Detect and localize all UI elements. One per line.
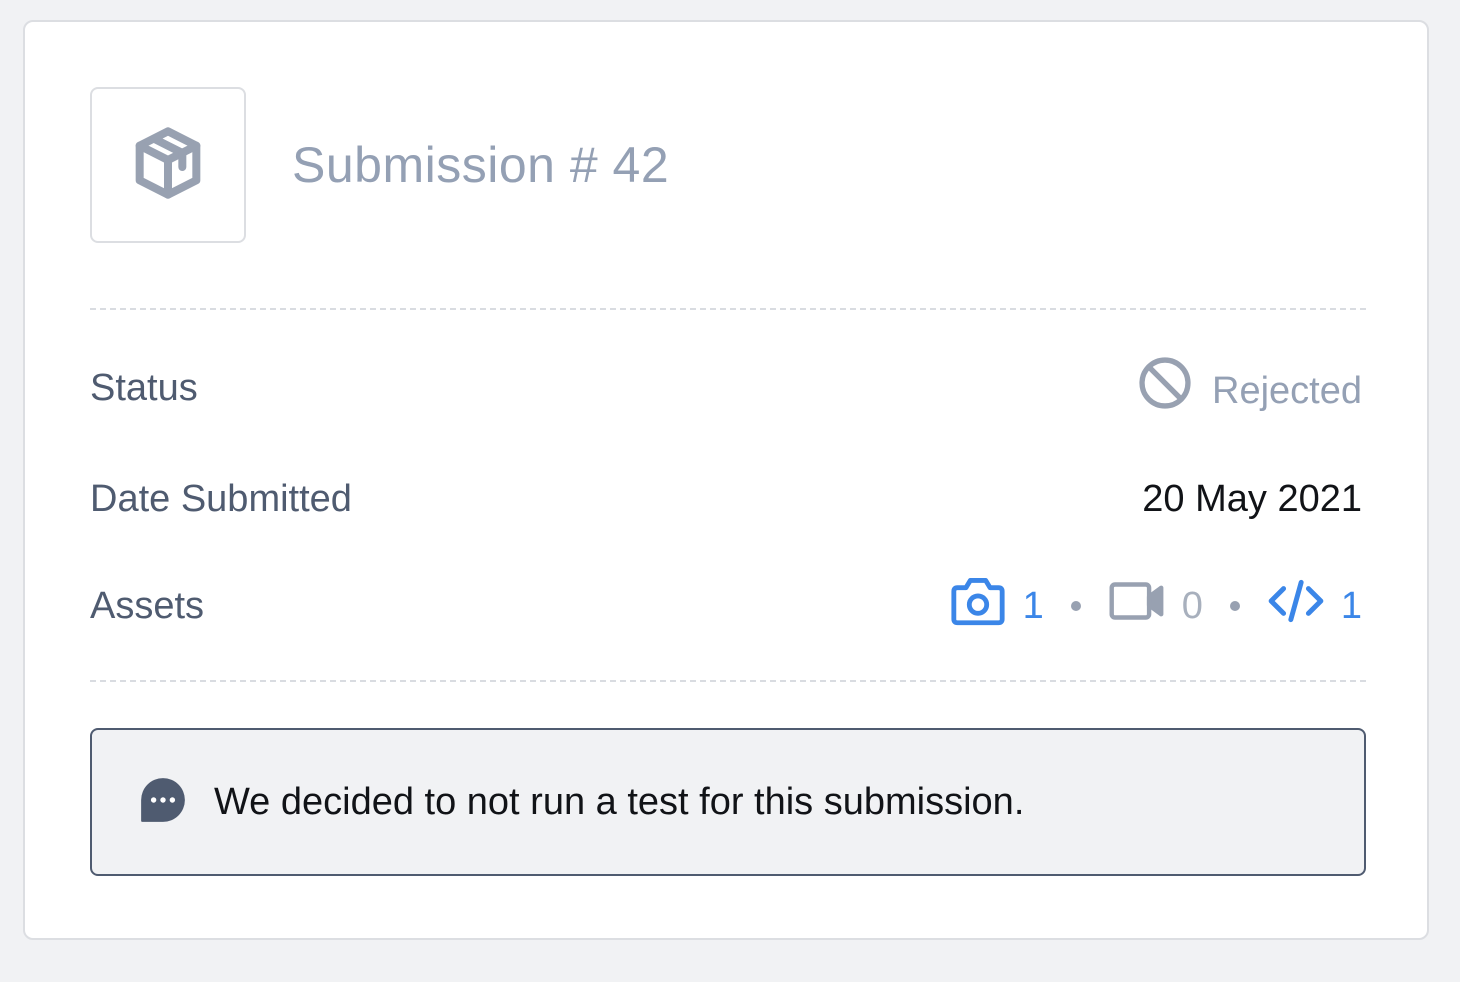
asset-video-count: 0 [1181, 584, 1203, 627]
submission-title: Submission # 42 [292, 137, 670, 193]
separator-dot [1070, 601, 1081, 611]
date-row: Date Submitted 20 May 2021 [90, 469, 1362, 529]
chat-bubble-icon [138, 775, 188, 830]
status-label: Status [90, 366, 198, 409]
status-text: Rejected [1212, 369, 1362, 412]
asset-code[interactable]: 1 [1267, 576, 1362, 636]
camera-icon [949, 574, 1007, 638]
submission-header: Submission # 42 [90, 87, 669, 243]
separator-dot [1229, 601, 1240, 611]
asset-screenshots[interactable]: 1 [949, 574, 1044, 638]
status-value: Rejected [1136, 354, 1362, 422]
divider-bottom [90, 680, 1366, 682]
video-icon [1108, 579, 1166, 633]
assets-label: Assets [90, 584, 205, 627]
message-box: We decided to not run a test for this su… [90, 728, 1366, 876]
submission-card: Submission # 42 Status Rejected Date Sub… [23, 20, 1429, 940]
date-label: Date Submitted [90, 477, 352, 520]
assets-value: 1 0 1 [949, 574, 1362, 638]
message-text: We decided to not run a test for this su… [214, 780, 1025, 823]
date-text: 20 May 2021 [1142, 477, 1362, 520]
divider-top [90, 308, 1366, 310]
ban-icon [1136, 354, 1194, 422]
assets-row: Assets 1 0 1 [90, 576, 1362, 636]
submission-icon-box [90, 87, 246, 243]
code-icon [1267, 576, 1325, 636]
asset-screenshot-count: 1 [1022, 584, 1044, 627]
asset-code-count: 1 [1340, 584, 1362, 627]
status-row: Status Rejected [90, 357, 1362, 418]
date-value: 20 May 2021 [1142, 478, 1362, 521]
asset-videos[interactable]: 0 [1108, 579, 1203, 633]
package-icon [128, 123, 208, 208]
